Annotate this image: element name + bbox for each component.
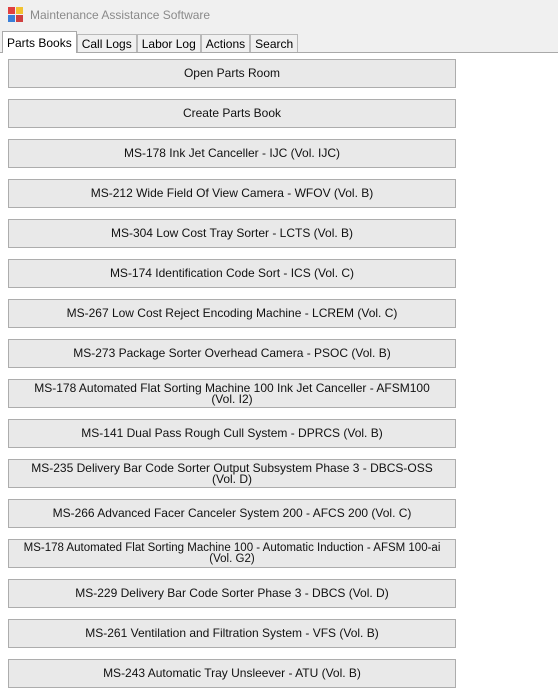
- tab-labor-log[interactable]: Labor Log: [136, 34, 201, 53]
- parts-book-button-dbcs-oss[interactable]: MS-235 Delivery Bar Code Sorter Output S…: [8, 459, 456, 488]
- parts-book-button-atu[interactable]: MS-243 Automatic Tray Unsleever - ATU (V…: [8, 659, 456, 688]
- parts-book-button-vfs[interactable]: MS-261 Ventilation and Filtration System…: [8, 619, 456, 648]
- button-label: MS-229 Delivery Bar Code Sorter Phase 3 …: [75, 586, 389, 600]
- button-label: MS-261 Ventilation and Filtration System…: [85, 626, 379, 640]
- parts-book-button-list: Open Parts Room Create Parts Book MS-178…: [8, 59, 456, 693]
- button-label: MS-141 Dual Pass Rough Cull System - DPR…: [81, 426, 383, 440]
- button-label: Open Parts Room: [183, 66, 281, 80]
- tab-parts-books[interactable]: Parts Books: [2, 31, 77, 53]
- open-parts-room-button[interactable]: Open Parts Room: [8, 59, 456, 88]
- tab-call-logs[interactable]: Call Logs: [76, 34, 137, 53]
- title-bar: Maintenance Assistance Software: [0, 0, 558, 30]
- button-label: MS-235 Delivery Bar Code Sorter Output S…: [31, 460, 433, 486]
- parts-book-button-afsm100-ai[interactable]: MS-178 Automated Flat Sorting Machine 10…: [8, 539, 456, 568]
- window-title: Maintenance Assistance Software: [30, 8, 211, 22]
- button-label: MS-178 Automated Flat Sorting Machine 10…: [34, 380, 430, 406]
- button-label: MS-273 Package Sorter Overhead Camera - …: [73, 346, 391, 360]
- button-label: MS-178 Automated Flat Sorting Machine 10…: [23, 541, 441, 565]
- parts-book-button-lcts[interactable]: MS-304 Low Cost Tray Sorter - LCTS (Vol.…: [8, 219, 456, 248]
- button-label: MS-178 Ink Jet Canceller - IJC (Vol. IJC…: [123, 146, 341, 160]
- tab-strip: Parts Books Call Logs Labor Log Actions …: [2, 31, 299, 53]
- button-label: MS-212 Wide Field Of View Camera - WFOV …: [90, 186, 374, 200]
- app-icon: [8, 7, 24, 23]
- parts-book-button-lcrem[interactable]: MS-267 Low Cost Reject Encoding Machine …: [8, 299, 456, 328]
- parts-book-button-afcs200[interactable]: MS-266 Advanced Facer Canceler System 20…: [8, 499, 456, 528]
- parts-book-button-ijc[interactable]: MS-178 Ink Jet Canceller - IJC (Vol. IJC…: [8, 139, 456, 168]
- create-parts-book-button[interactable]: Create Parts Book: [8, 99, 456, 128]
- button-label: MS-243 Automatic Tray Unsleever - ATU (V…: [103, 666, 361, 680]
- parts-book-button-dprcs[interactable]: MS-141 Dual Pass Rough Cull System - DPR…: [8, 419, 456, 448]
- parts-book-button-wfov[interactable]: MS-212 Wide Field Of View Camera - WFOV …: [8, 179, 456, 208]
- parts-books-panel: Open Parts Room Create Parts Book MS-178…: [0, 52, 558, 693]
- parts-book-button-afsm100[interactable]: MS-178 Automated Flat Sorting Machine 10…: [8, 379, 456, 408]
- parts-book-button-ics[interactable]: MS-174 Identification Code Sort - ICS (V…: [8, 259, 456, 288]
- button-label: Create Parts Book: [182, 106, 282, 120]
- button-label: MS-267 Low Cost Reject Encoding Machine …: [66, 306, 398, 320]
- tab-actions[interactable]: Actions: [200, 34, 251, 53]
- parts-book-button-psoc[interactable]: MS-273 Package Sorter Overhead Camera - …: [8, 339, 456, 368]
- parts-book-button-dbcs[interactable]: MS-229 Delivery Bar Code Sorter Phase 3 …: [8, 579, 456, 608]
- button-label: MS-266 Advanced Facer Canceler System 20…: [52, 506, 412, 520]
- button-label: MS-174 Identification Code Sort - ICS (V…: [109, 266, 355, 280]
- button-label: MS-304 Low Cost Tray Sorter - LCTS (Vol.…: [110, 226, 354, 240]
- tab-search[interactable]: Search: [250, 34, 299, 53]
